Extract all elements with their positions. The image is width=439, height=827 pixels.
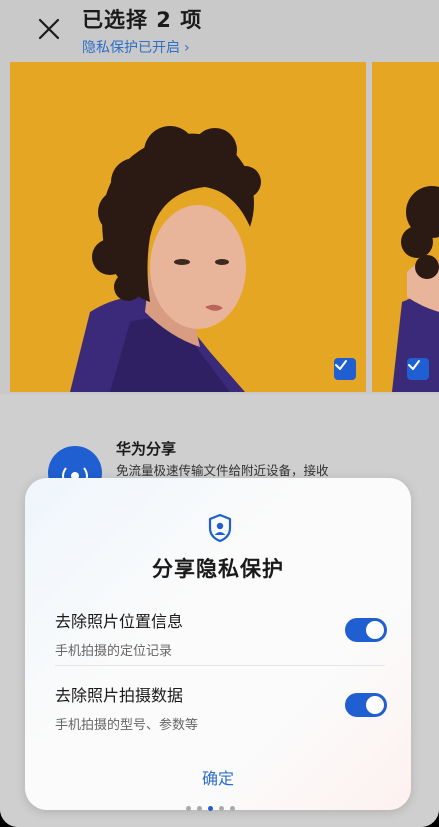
option-title: 去除照片位置信息 xyxy=(55,612,184,631)
toggle-knob xyxy=(366,621,384,639)
share-description: 免流量极速传输文件给附近设备，接收 xyxy=(116,463,329,478)
photo-strip xyxy=(0,62,439,394)
header: 已选择 2 项 隐私保护已开启 › xyxy=(0,0,439,62)
page-dot xyxy=(186,806,191,811)
checkmark-icon xyxy=(335,360,347,370)
privacy-status-link[interactable]: 隐私保护已开启 › xyxy=(82,37,190,57)
shield-user-icon xyxy=(208,513,232,543)
divider xyxy=(55,665,385,666)
option-remove-shooting-data: 去除照片拍摄数据 手机拍摄的型号、参数等 xyxy=(55,682,385,733)
selected-checkbox[interactable] xyxy=(334,358,356,380)
option-subtitle: 手机拍摄的定位记录 xyxy=(55,644,173,659)
page-dot xyxy=(197,806,202,811)
page-dot xyxy=(219,806,224,811)
photo-item[interactable] xyxy=(10,62,366,392)
checkmark-icon xyxy=(408,360,420,370)
toggle-remove-shooting-data[interactable] xyxy=(345,693,387,717)
portrait-photo-2 xyxy=(372,62,439,392)
privacy-dialog: 分享隐私保护 去除照片位置信息 手机拍摄的定位记录 去除照片拍摄数据 手机拍摄的… xyxy=(25,478,411,810)
privacy-link-label: 隐私保护已开启 xyxy=(82,40,180,56)
page-indicator xyxy=(186,806,235,811)
selected-checkbox[interactable] xyxy=(407,358,429,380)
toggle-knob xyxy=(366,696,384,714)
page-title: 已选择 2 项 xyxy=(82,8,203,32)
portrait-photo-1 xyxy=(10,62,366,392)
photo-item[interactable] xyxy=(372,62,439,392)
page-dot-active xyxy=(208,806,213,811)
screen: 已选择 2 项 隐私保护已开启 › 华为分享 免流量极速传输文件给附近设备，接收… xyxy=(0,0,439,827)
close-icon[interactable] xyxy=(36,16,62,42)
confirm-button[interactable]: 确定 xyxy=(25,765,411,789)
option-subtitle: 手机拍摄的型号、参数等 xyxy=(55,718,199,733)
share-title: 华为分享 xyxy=(116,440,177,458)
chevron-right-icon: › xyxy=(184,40,190,56)
option-remove-location: 去除照片位置信息 手机拍摄的定位记录 xyxy=(55,608,385,659)
toggle-remove-location[interactable] xyxy=(345,618,387,642)
page-dot xyxy=(230,806,235,811)
dialog-title: 分享隐私保护 xyxy=(152,557,284,581)
option-title: 去除照片拍摄数据 xyxy=(55,686,184,705)
